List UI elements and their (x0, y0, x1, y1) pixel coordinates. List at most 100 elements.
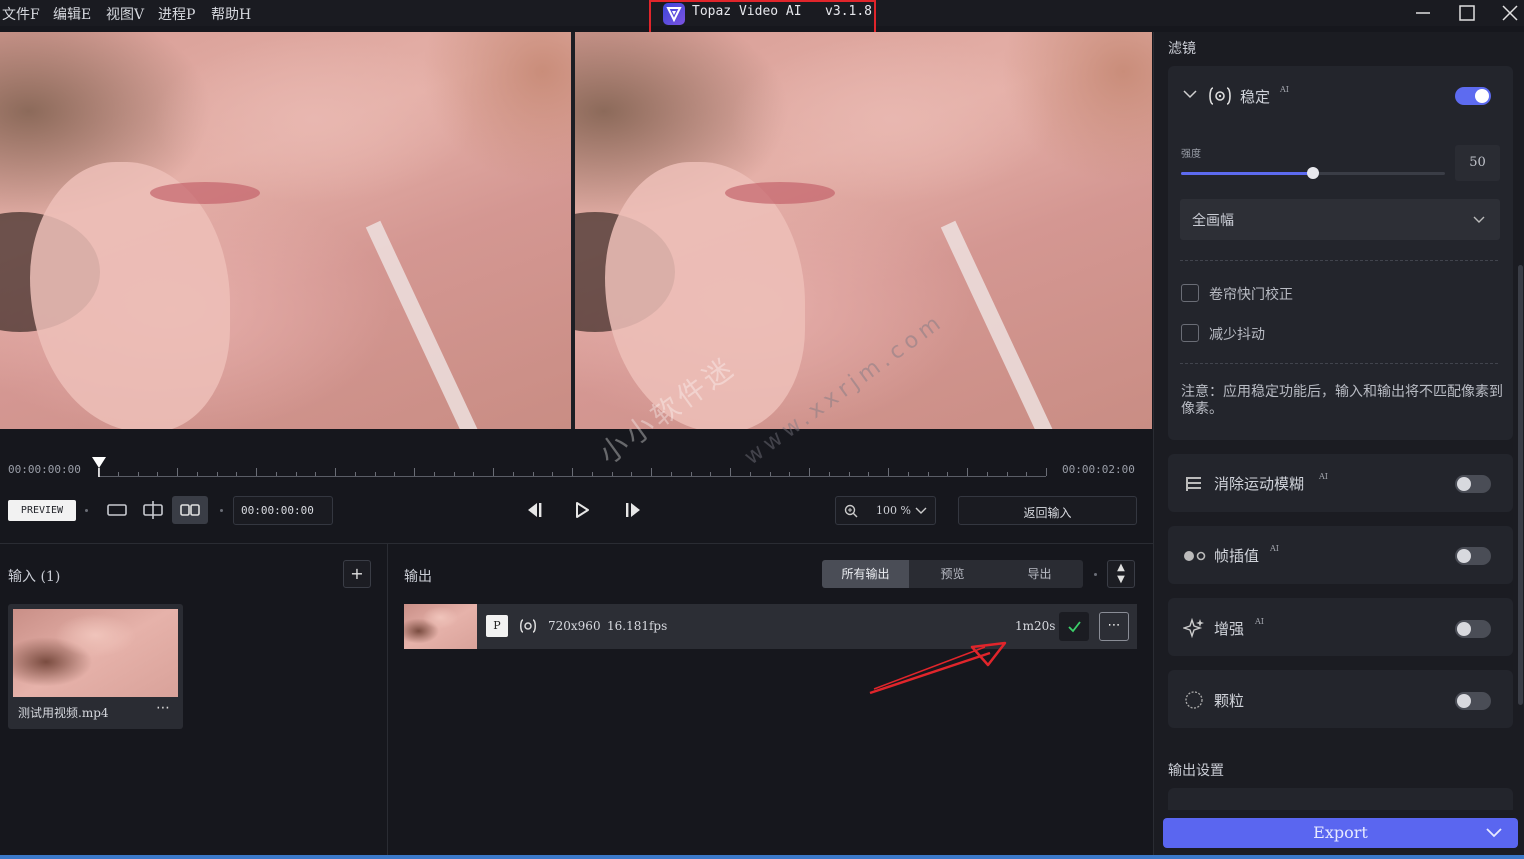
input-file-card[interactable]: 测试用视频.mp4 ⋯ (8, 604, 183, 729)
timeline-tick (789, 472, 791, 476)
timeline-tick (216, 472, 218, 476)
split-view-button[interactable] (135, 496, 171, 524)
timeline-tick (611, 472, 613, 476)
grain-toggle[interactable] (1455, 692, 1491, 710)
timeline-tick (315, 472, 317, 476)
tab-all-outputs[interactable]: 所有输出 (822, 560, 909, 588)
menu-view[interactable]: 视图V (106, 4, 144, 24)
ai-badge: AI (1270, 544, 1279, 553)
rolling-shutter-checkbox[interactable] (1181, 284, 1199, 302)
maximize-icon[interactable] (1452, 2, 1482, 24)
timeline-tick (275, 472, 277, 476)
menu-file[interactable]: 文件F (2, 4, 40, 24)
timeline-tick (532, 472, 534, 476)
play-icon[interactable] (572, 500, 592, 524)
output-row[interactable]: P 720x960 16.181fps 1m20s ⋯ (404, 604, 1137, 649)
separator-dot (1094, 573, 1097, 576)
check-icon[interactable] (1059, 612, 1089, 641)
tab-export[interactable]: 导出 (996, 560, 1083, 588)
preview-button[interactable]: PREVIEW (8, 500, 76, 521)
playhead-handle[interactable] (91, 456, 107, 482)
chevron-down-icon (1486, 828, 1502, 838)
zoom-dropdown[interactable]: 100 % (835, 496, 936, 525)
stabilize-mode-dropdown[interactable]: 全画幅 (1180, 199, 1500, 240)
timeline-tick (690, 472, 692, 476)
timeline-tick (157, 472, 159, 476)
prev-frame-icon[interactable] (522, 500, 546, 524)
timeline-end-time: 00:00:02:00 (1062, 463, 1135, 476)
timeline-tick (888, 468, 889, 476)
more-options-icon[interactable]: ⋯ (156, 700, 170, 716)
strength-slider-handle[interactable] (1307, 167, 1319, 179)
chevron-down-icon[interactable] (1183, 90, 1197, 100)
input-preview-frame[interactable] (0, 32, 571, 429)
timeline-tick (828, 472, 830, 476)
menu-help[interactable]: 帮助H (211, 4, 251, 24)
divider (1180, 260, 1498, 261)
frame-interpolation-toggle[interactable] (1455, 547, 1491, 565)
strength-slider[interactable] (1181, 167, 1445, 179)
output-settings-card (1168, 788, 1513, 810)
timeline-tick (137, 472, 139, 476)
output-panel-title: 输出 (404, 569, 432, 585)
timeline-tick (769, 472, 771, 476)
panel-scrollbar[interactable] (1518, 265, 1523, 705)
divider (1180, 363, 1498, 364)
minimize-icon[interactable] (1408, 2, 1438, 24)
timeline-tick (335, 468, 336, 476)
output-duration: 1m20s (1015, 619, 1056, 633)
output-resolution: 720x960 (548, 619, 601, 633)
zoom-icon (844, 504, 858, 518)
timeline-tick (473, 472, 475, 476)
reduce-jitter-label: 减少抖动 (1209, 327, 1265, 343)
add-input-button[interactable]: + (343, 560, 371, 588)
timeline-tick (967, 468, 968, 476)
tab-preview[interactable]: 预览 (909, 560, 996, 588)
grain-icon (1185, 691, 1203, 709)
menu-edit[interactable]: 编辑E (53, 4, 91, 24)
timeline-area (0, 429, 1153, 543)
timeline-tick (552, 472, 554, 476)
timeline-tick (256, 468, 257, 476)
timeline-tick (730, 468, 731, 476)
motion-deblur-toggle[interactable] (1455, 475, 1491, 493)
timeline-tick (631, 472, 633, 476)
chevron-down-icon (915, 507, 927, 514)
reduce-jitter-checkbox[interactable] (1181, 324, 1199, 342)
ai-badge: AI (1255, 617, 1264, 626)
next-frame-icon[interactable] (622, 500, 646, 524)
timeline-tick (986, 472, 988, 476)
timeline-tick (394, 472, 396, 476)
single-view-button[interactable] (99, 496, 135, 524)
input-file-name: 测试用视频.mp4 (18, 706, 109, 720)
strength-slider-fill (1181, 172, 1313, 175)
enhance-toggle[interactable] (1455, 620, 1491, 638)
more-options-icon[interactable]: ⋯ (1099, 612, 1129, 641)
close-icon[interactable] (1496, 2, 1524, 24)
timeline-tick (591, 472, 593, 476)
stabilize-icon (520, 619, 536, 633)
side-by-side-view-button[interactable] (172, 496, 208, 524)
frame-interpolation-icon (1184, 551, 1206, 561)
timeline-tick (572, 468, 573, 476)
frame-interpolation-label: 帧插值 (1214, 547, 1260, 565)
timeline-ruler[interactable] (98, 465, 1047, 477)
sort-button[interactable]: ▲ ▼ (1107, 560, 1135, 588)
strength-value-input[interactable]: 50 (1455, 145, 1500, 181)
chevron-down-icon (1473, 216, 1485, 223)
motion-deblur-label: 消除运动模糊 (1214, 475, 1305, 493)
menu-process[interactable]: 进程P (158, 4, 195, 24)
timeline-tick (927, 472, 929, 476)
timeline-tick (868, 472, 870, 476)
output-settings-title: 输出设置 (1168, 763, 1224, 779)
export-button[interactable]: Export (1163, 818, 1518, 848)
timeline-tick (196, 472, 198, 476)
output-panel (389, 544, 1153, 859)
return-input-button[interactable]: 返回输入 (958, 496, 1137, 525)
time-input[interactable]: 00:00:00:00 (233, 496, 333, 525)
separator-dot (220, 509, 223, 512)
stabilize-toggle[interactable] (1455, 87, 1491, 105)
timeline-tick (809, 468, 810, 476)
sparkle-icon (1183, 617, 1204, 639)
timeline-tick (453, 472, 455, 476)
